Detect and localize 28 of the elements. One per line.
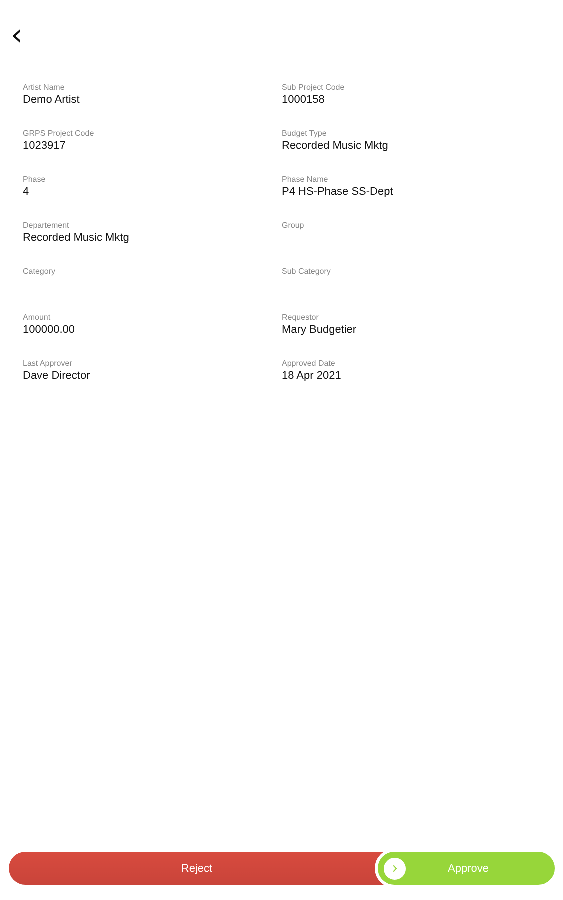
field-value: Dave Director [23, 369, 90, 383]
field-value: Mary Budgetier [282, 323, 357, 337]
field-label: Sub Project Code [282, 83, 345, 93]
field-value: 1000158 [282, 93, 325, 107]
field-label: Departement [23, 221, 70, 231]
field-label: Approved Date [282, 359, 336, 369]
reject-button[interactable]: Reject [9, 852, 385, 885]
field-label: Group [282, 221, 304, 231]
field-label: Category [23, 267, 56, 277]
field-label: GRPS Project Code [23, 129, 94, 139]
field-label: Budget Type [282, 129, 327, 139]
field-value: Recorded Music Mktg [23, 231, 130, 245]
field-label: Sub Category [282, 267, 331, 277]
field-value: 4 [23, 185, 30, 199]
field-value: 18 Apr 2021 [282, 369, 342, 383]
field-label: Requestor [282, 313, 319, 323]
field-label: Amount [23, 313, 51, 323]
field-label: Phase [23, 175, 46, 185]
field-value: 1023917 [23, 139, 66, 153]
field-value: Demo Artist [23, 93, 80, 107]
field-value: Recorded Music Mktg [282, 139, 388, 153]
field-value: P4 HS-Phase SS-Dept [282, 185, 394, 199]
field-value: 100000.00 [23, 323, 75, 337]
back-button[interactable]: ‹ [7, 22, 27, 50]
field-label: Phase Name [282, 175, 328, 185]
field-label: Last Approver [23, 359, 72, 369]
field-label: Artist Name [23, 83, 65, 93]
approve-label: Approve [447, 862, 490, 874]
